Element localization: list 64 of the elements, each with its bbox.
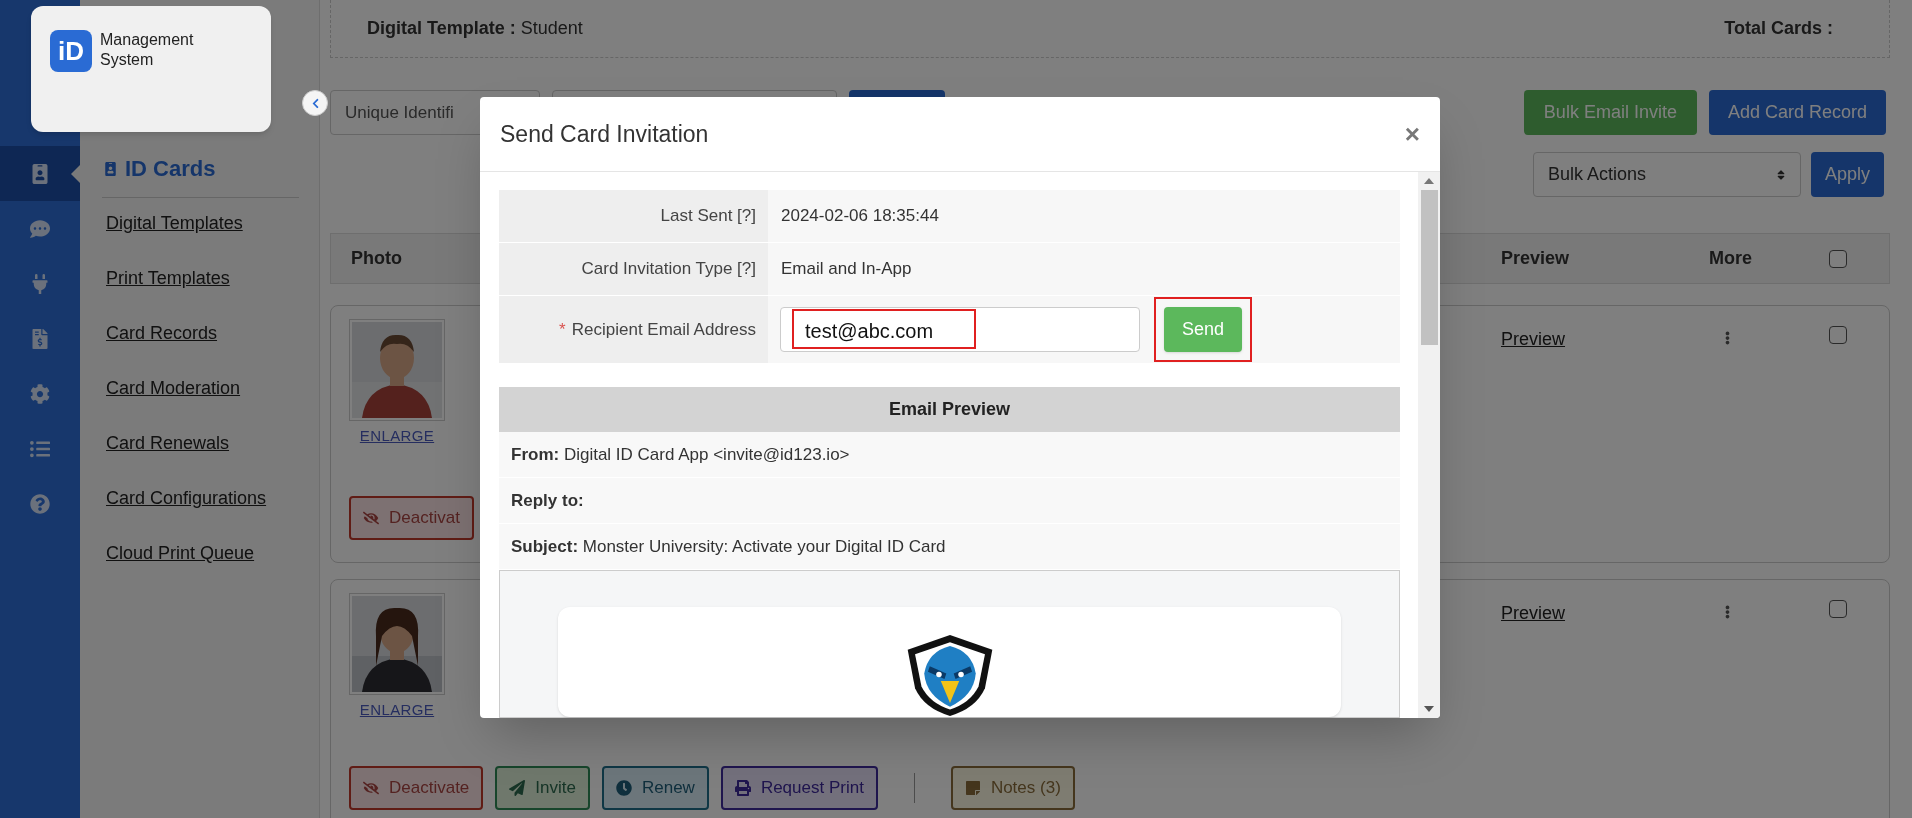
preview-link[interactable]: Preview xyxy=(1501,600,1566,627)
apply-button[interactable]: Apply xyxy=(1810,152,1884,197)
submenu-link[interactable]: Print Templates xyxy=(106,263,299,293)
send-button[interactable]: Send xyxy=(1164,307,1243,352)
field-label: Last Sent [?] xyxy=(499,190,768,242)
submenu-link[interactable]: Card Records xyxy=(106,318,299,348)
close-button[interactable]: × xyxy=(1404,121,1420,147)
paper-plane-icon xyxy=(509,780,526,796)
field-value: Email and In-App xyxy=(768,243,1400,295)
id-badge-icon xyxy=(30,163,50,184)
preview-line: From: Digital ID Card App <invite@id123.io> xyxy=(511,443,850,466)
bulk-actions-select[interactable]: Bulk Actions xyxy=(1532,152,1801,197)
field-label: * Recipient Email Address xyxy=(499,296,768,363)
preview-link[interactable]: Preview xyxy=(1501,326,1566,353)
id-badge-icon xyxy=(104,161,117,176)
scroll-down-icon[interactable] xyxy=(1424,706,1434,712)
deactivate-button[interactable]: Deactivate xyxy=(349,766,484,810)
total-cards-label: Total Cards : xyxy=(1724,17,1834,40)
deactivate-button[interactable]: Deactivat xyxy=(349,496,474,540)
rail-item[interactable] xyxy=(0,146,80,201)
column-header: More xyxy=(1709,247,1752,270)
plug-icon xyxy=(30,273,50,294)
field-label: Card Invitation Type [?] xyxy=(499,243,768,295)
more-menu-icon[interactable] xyxy=(1725,604,1730,620)
note-icon xyxy=(964,780,981,796)
submenu-link[interactable]: Cloud Print Queue xyxy=(106,538,299,568)
eye-slash-icon xyxy=(363,510,379,526)
column-header: Photo xyxy=(351,247,402,270)
eye-slash-icon xyxy=(363,780,379,796)
request-print-button[interactable]: Request Print xyxy=(720,766,878,810)
checkbox[interactable] xyxy=(1829,600,1847,618)
logo-mark: iD xyxy=(50,30,92,72)
checkbox[interactable] xyxy=(1829,249,1847,268)
column-header: Preview xyxy=(1501,247,1570,270)
invite-button[interactable]: Invite xyxy=(495,766,590,810)
email-field[interactable]: test@abc.com xyxy=(780,307,1140,352)
clock-icon xyxy=(615,780,632,796)
submenu-link[interactable]: Digital Templates xyxy=(106,208,299,238)
help-icon xyxy=(30,493,50,514)
template-info: Digital Template : Student xyxy=(367,17,583,40)
sort-caret-icon xyxy=(1775,168,1786,181)
settings-icon xyxy=(30,383,50,404)
notes-button[interactable]: Notes (3) xyxy=(950,766,1075,810)
enlarge-link[interactable]: ENLARGE xyxy=(359,425,435,448)
renew-button[interactable]: Renew xyxy=(601,766,709,810)
scrollbar-thumb[interactable] xyxy=(1420,190,1438,345)
invoice-icon xyxy=(30,328,50,349)
submenu-link[interactable]: Card Moderation xyxy=(106,373,299,403)
preview-line: Reply to: xyxy=(511,489,584,512)
enlarge-link[interactable]: ENLARGE xyxy=(359,699,435,722)
chat-icon xyxy=(30,218,50,239)
submenu-link[interactable]: Card Renewals xyxy=(106,428,299,458)
preview-title: Email Preview xyxy=(888,398,1011,421)
preview-line: Subject: Monster University: Activate your Digital ID Card xyxy=(511,535,946,558)
field-value: 2024-02-06 18:35:44 xyxy=(768,190,1400,242)
printer-icon xyxy=(734,780,751,796)
list-icon xyxy=(30,438,50,459)
section-title: ID Cards xyxy=(125,155,216,183)
scroll-up-icon[interactable] xyxy=(1424,178,1434,184)
checkbox[interactable] xyxy=(1829,326,1847,344)
add-card-record-button[interactable]: Add Card Record xyxy=(1708,90,1886,135)
submenu-link[interactable]: Card Configurations xyxy=(106,483,299,513)
logo-text: Management System xyxy=(100,30,195,70)
more-menu-icon[interactable] xyxy=(1725,330,1730,346)
